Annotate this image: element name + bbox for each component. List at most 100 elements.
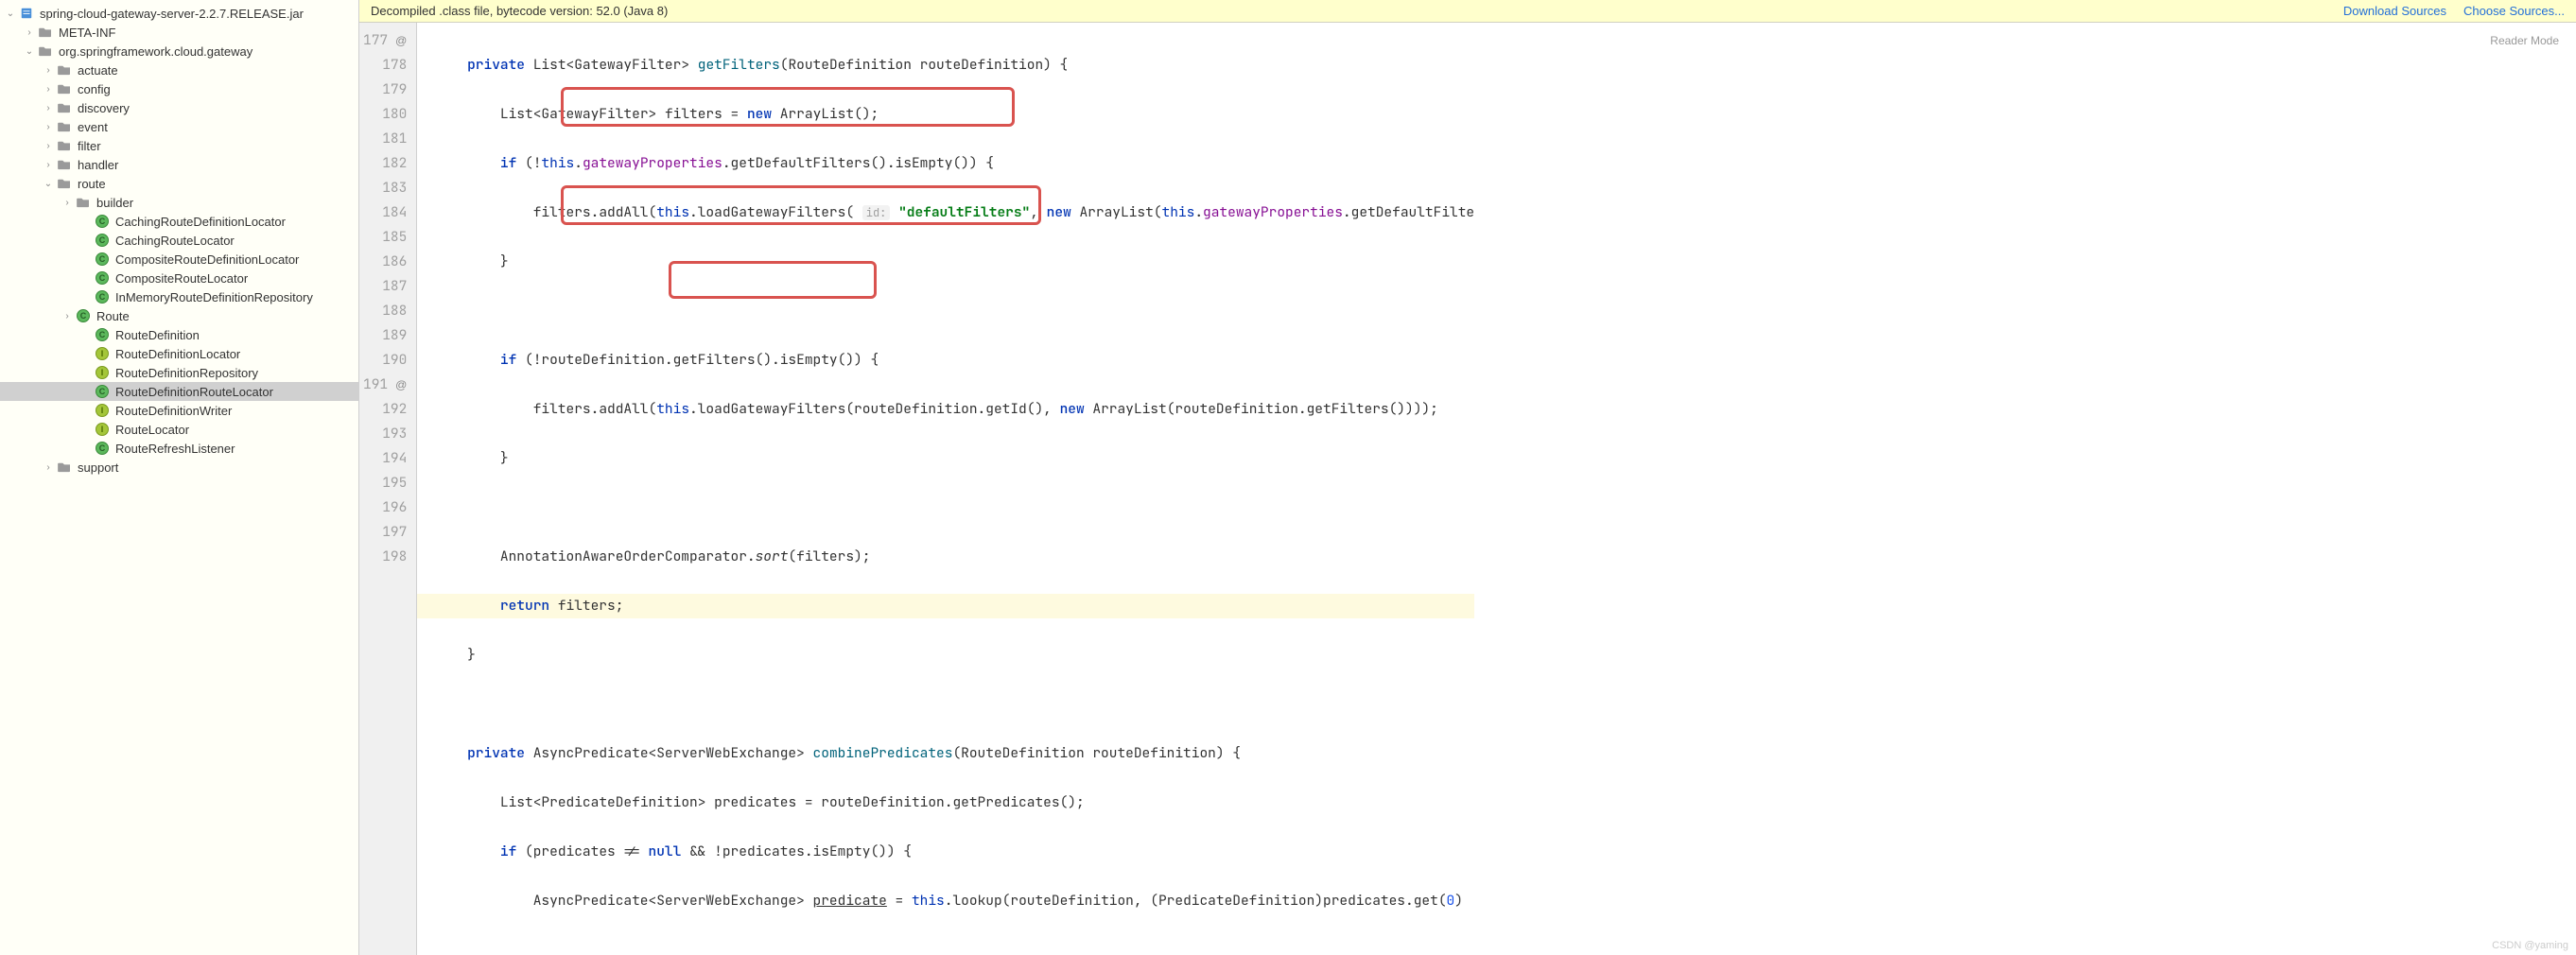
gutter-line: 198: [363, 545, 407, 569]
tree-label: RouteDefinitionLocator: [115, 347, 240, 361]
chevron-right-icon: ›: [42, 122, 55, 132]
code-line[interactable]: if (!this.gatewayProperties.getDefaultFi…: [434, 151, 1474, 176]
code-line[interactable]: private AsyncPredicate<ServerWebExchange…: [434, 741, 1474, 766]
tree-folder-config[interactable]: ›config: [0, 79, 358, 98]
gutter-line: 181: [363, 127, 407, 151]
folder-icon: [57, 138, 72, 153]
tree-label: discovery: [78, 101, 130, 115]
interface-icon: I: [95, 403, 110, 418]
tree-folder-actuate[interactable]: ›actuate: [0, 61, 358, 79]
tree-class[interactable]: C CachingRouteLocator: [0, 231, 358, 250]
code-line[interactable]: List<PredicateDefinition> predicates = r…: [434, 790, 1474, 815]
choose-sources-link[interactable]: Choose Sources...: [2463, 4, 2565, 18]
code-line[interactable]: AnnotationAwareOrderComparator.sort(filt…: [434, 545, 1474, 569]
code-line[interactable]: [434, 495, 1474, 520]
tree-interface[interactable]: IRouteDefinitionLocator: [0, 344, 358, 363]
tree-folder-route[interactable]: ⌄route: [0, 174, 358, 193]
code-line[interactable]: }: [434, 446, 1474, 471]
gutter-line: 178: [363, 53, 407, 78]
class-icon: C: [95, 441, 110, 456]
tree-class[interactable]: CRouteRefreshListener: [0, 439, 358, 458]
tree-folder-handler[interactable]: › handler: [0, 155, 358, 174]
gutter-line: 197: [363, 520, 407, 545]
tree-label: actuate: [78, 63, 118, 78]
project-tree[interactable]: ⌄ spring-cloud-gateway-server-2.2.7.RELE…: [0, 0, 359, 955]
code-line[interactable]: [434, 938, 1474, 955]
tree-label: handler: [78, 158, 118, 172]
gutter-line: 182: [363, 151, 407, 176]
tree-class[interactable]: ›CRoute: [0, 306, 358, 325]
class-icon: C: [95, 252, 110, 267]
tree-label: Route: [96, 309, 130, 323]
gutter-line: 183: [363, 176, 407, 200]
tree-label: builder: [96, 196, 133, 210]
tree-label: CompositeRouteDefinitionLocator: [115, 252, 299, 267]
code-line[interactable]: [434, 692, 1474, 717]
class-icon: C: [95, 233, 110, 248]
gutter-line: 195: [363, 471, 407, 495]
chevron-down-icon: ⌄: [4, 9, 17, 19]
code-line[interactable]: }: [434, 250, 1474, 274]
gutter-line: 188: [363, 299, 407, 323]
line-gutter: 177@178179180181182183184185186187188189…: [359, 23, 417, 955]
code-line[interactable]: private List<GatewayFilter> getFilters(R…: [434, 53, 1474, 78]
class-icon: C: [95, 327, 110, 342]
chevron-right-icon: ›: [61, 311, 74, 321]
folder-icon: [38, 43, 53, 59]
tree-folder-event[interactable]: ›event: [0, 117, 358, 136]
tree-label: META-INF: [59, 26, 115, 40]
gutter-line: 193: [363, 422, 407, 446]
tree-interface[interactable]: IRouteLocator: [0, 420, 358, 439]
code-line[interactable]: [434, 299, 1474, 323]
folder-icon: [57, 81, 72, 96]
tree-class[interactable]: CCompositeRouteLocator: [0, 269, 358, 287]
tree-label: CachingRouteLocator: [115, 234, 235, 248]
chevron-right-icon: ›: [42, 160, 55, 170]
gutter-line: 192: [363, 397, 407, 422]
gutter-line: 177@: [363, 28, 407, 53]
chevron-right-icon: ›: [61, 198, 74, 208]
tree-label: InMemoryRouteDefinitionRepository: [115, 290, 313, 304]
tree-interface[interactable]: IRouteDefinitionRepository: [0, 363, 358, 382]
gutter-line: 189: [363, 323, 407, 348]
tree-class[interactable]: CCachingRouteDefinitionLocator: [0, 212, 358, 231]
tree-root-jar[interactable]: ⌄ spring-cloud-gateway-server-2.2.7.RELE…: [0, 4, 358, 23]
code-body[interactable]: private List<GatewayFilter> getFilters(R…: [417, 23, 1474, 955]
tree-class[interactable]: CRouteDefinition: [0, 325, 358, 344]
tree-label: filter: [78, 139, 101, 153]
tree-label: RouteDefinitionRouteLocator: [115, 385, 273, 399]
code-line[interactable]: filters.addAll(this.loadGatewayFilters(r…: [434, 397, 1474, 422]
tree-folder-filter[interactable]: ›filter: [0, 136, 358, 155]
code-line[interactable]: }: [434, 643, 1474, 668]
tree-folder-pkg[interactable]: ⌄ org.springframework.cloud.gateway: [0, 42, 358, 61]
code-editor[interactable]: 177@178179180181182183184185186187188189…: [359, 23, 2576, 955]
tree-class[interactable]: CInMemoryRouteDefinitionRepository: [0, 287, 358, 306]
code-line[interactable]: return filters;: [417, 594, 1474, 618]
tree-class[interactable]: C CompositeRouteDefinitionLocator: [0, 250, 358, 269]
tree-folder-meta-inf[interactable]: › META-INF: [0, 23, 358, 42]
jar-icon: [19, 6, 34, 21]
tree-label: CachingRouteDefinitionLocator: [115, 215, 286, 229]
code-line[interactable]: filters.addAll(this.loadGatewayFilters( …: [434, 200, 1474, 225]
folder-icon: [57, 119, 72, 134]
gutter-line: 185: [363, 225, 407, 250]
code-line[interactable]: if (!routeDefinition.getFilters().isEmpt…: [434, 348, 1474, 373]
code-line[interactable]: List<GatewayFilter> filters = new ArrayL…: [434, 102, 1474, 127]
code-line[interactable]: if (predicates != null && !predicates.is…: [434, 840, 1474, 864]
tree-label: org.springframework.cloud.gateway: [59, 44, 252, 59]
tree-folder-builder[interactable]: › builder: [0, 193, 358, 212]
gutter-line: 184: [363, 200, 407, 225]
chevron-right-icon: ›: [42, 462, 55, 473]
code-line[interactable]: AsyncPredicate<ServerWebExchange> predic…: [434, 889, 1474, 913]
chevron-down-icon: ⌄: [42, 179, 55, 189]
tree-label: RouteLocator: [115, 423, 189, 437]
tree-label: config: [78, 82, 111, 96]
download-sources-link[interactable]: Download Sources: [2343, 4, 2446, 18]
tree-class-selected[interactable]: CRouteDefinitionRouteLocator: [0, 382, 358, 401]
chevron-right-icon: ›: [23, 27, 36, 38]
tree-interface[interactable]: IRouteDefinitionWriter: [0, 401, 358, 420]
tree-folder-support[interactable]: ›support: [0, 458, 358, 477]
class-icon: C: [95, 270, 110, 286]
folder-icon: [38, 25, 53, 40]
tree-folder-discovery[interactable]: ›discovery: [0, 98, 358, 117]
